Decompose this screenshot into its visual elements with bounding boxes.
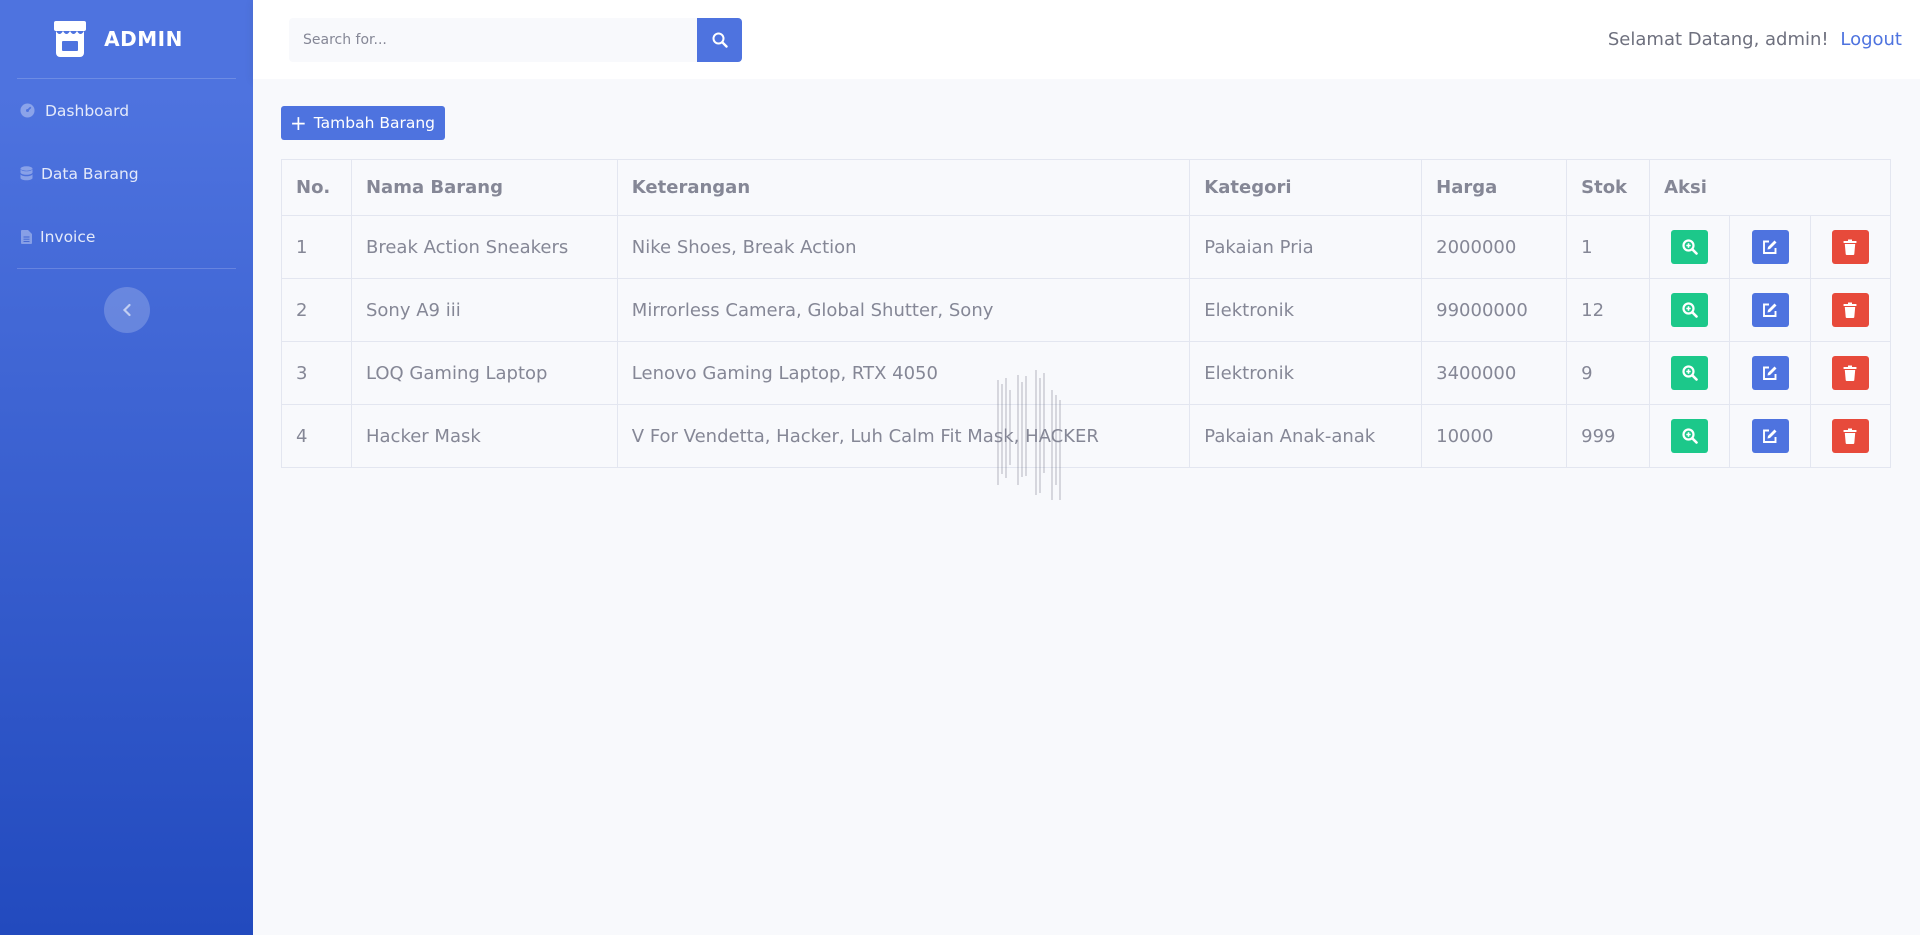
sidebar-item-label: Dashboard bbox=[45, 101, 130, 120]
edit-button[interactable] bbox=[1751, 293, 1789, 327]
chevron-left-icon bbox=[122, 303, 131, 317]
search-bar bbox=[289, 17, 742, 62]
delete-button[interactable] bbox=[1831, 356, 1869, 390]
cell-no: 4 bbox=[281, 404, 352, 468]
database-icon bbox=[18, 166, 34, 182]
brand[interactable]: ADMIN bbox=[0, 0, 253, 78]
edit-icon bbox=[1763, 240, 1777, 254]
edit-button[interactable] bbox=[1751, 230, 1789, 264]
column-header: Stok bbox=[1566, 159, 1651, 216]
cell-keterangan: Mirrorless Camera, Global Shutter, Sony bbox=[616, 278, 1191, 342]
add-item-label: Tambah Barang bbox=[313, 114, 436, 132]
table-row: 3 LOQ Gaming Laptop Lenovo Gaming Laptop… bbox=[281, 341, 1892, 405]
search-button[interactable] bbox=[697, 17, 742, 62]
cell-nama: LOQ Gaming Laptop bbox=[350, 341, 618, 405]
search-input[interactable] bbox=[289, 17, 697, 62]
column-header: Harga bbox=[1421, 159, 1568, 216]
zoom-in-icon bbox=[1681, 365, 1698, 381]
trash-icon bbox=[1843, 239, 1857, 255]
column-header: Nama Barang bbox=[350, 159, 618, 216]
column-header: Kategori bbox=[1189, 159, 1423, 216]
cell-keterangan: Nike Shoes, Break Action bbox=[616, 215, 1191, 279]
cell-nama: Break Action Sneakers bbox=[350, 215, 618, 279]
scribble-artifact bbox=[997, 370, 1061, 500]
file-icon bbox=[18, 229, 34, 245]
cell-harga: 10000 bbox=[1421, 404, 1568, 468]
zoom-in-icon bbox=[1681, 302, 1698, 318]
sidebar-item-invoice[interactable]: Invoice bbox=[0, 205, 253, 268]
edit-icon bbox=[1763, 303, 1777, 317]
column-header: Keterangan bbox=[616, 159, 1191, 216]
edit-button[interactable] bbox=[1751, 419, 1789, 453]
cell-kategori: Elektronik bbox=[1189, 278, 1423, 342]
view-button[interactable] bbox=[1671, 356, 1709, 390]
sidebar-item-dashboard[interactable]: Dashboard bbox=[0, 79, 253, 142]
delete-button[interactable] bbox=[1831, 293, 1869, 327]
cell-harga: 2000000 bbox=[1421, 215, 1568, 279]
add-item-button[interactable]: + Tambah Barang bbox=[281, 106, 446, 140]
cell-stok: 12 bbox=[1566, 278, 1651, 342]
cell-keterangan: V For Vendetta, Hacker, Luh Calm Fit Mas… bbox=[616, 404, 1191, 468]
delete-button[interactable] bbox=[1831, 230, 1869, 264]
cell-kategori: Elektronik bbox=[1189, 341, 1423, 405]
cell-nama: Hacker Mask bbox=[350, 404, 618, 468]
search-icon bbox=[712, 32, 728, 48]
table-row: 4 Hacker Mask V For Vendetta, Hacker, Lu… bbox=[281, 404, 1892, 468]
main-content: + Tambah Barang No. Nama Barang Keterang… bbox=[253, 79, 1920, 936]
cell-kategori: Pakaian Anak-anak bbox=[1189, 404, 1423, 468]
delete-button[interactable] bbox=[1831, 419, 1869, 453]
cell-no: 3 bbox=[281, 341, 352, 405]
edit-icon bbox=[1763, 429, 1777, 443]
cell-stok: 9 bbox=[1566, 341, 1651, 405]
trash-icon bbox=[1843, 302, 1857, 318]
table-row: 2 Sony A9 iii Mirrorless Camera, Global … bbox=[281, 278, 1892, 342]
table-header-row: No. Nama Barang Keterangan Kategori Harg… bbox=[281, 159, 1891, 216]
trash-icon bbox=[1843, 428, 1857, 444]
store-icon bbox=[54, 21, 87, 57]
view-button[interactable] bbox=[1671, 419, 1709, 453]
sidebar-toggle-button[interactable] bbox=[103, 287, 150, 333]
dashboard-icon bbox=[19, 103, 35, 119]
trash-icon bbox=[1843, 365, 1857, 381]
cell-harga: 99000000 bbox=[1421, 278, 1568, 342]
cell-keterangan: Lenovo Gaming Laptop, RTX 4050 bbox=[616, 341, 1191, 405]
cell-harga: 3400000 bbox=[1421, 341, 1568, 405]
sidebar-item-label: Data Barang bbox=[41, 164, 139, 183]
cell-stok: 1 bbox=[1566, 215, 1651, 279]
user-greeting: Selamat Datang, admin! Logout bbox=[1608, 29, 1902, 50]
sidebar: ADMIN Dashboard Data Barang Invoice bbox=[0, 0, 253, 936]
column-header: Aksi bbox=[1649, 159, 1891, 216]
cell-nama: Sony A9 iii bbox=[350, 278, 618, 342]
view-button[interactable] bbox=[1671, 293, 1709, 327]
brand-name: ADMIN bbox=[104, 27, 183, 51]
plus-icon: + bbox=[290, 111, 307, 135]
column-header: No. bbox=[281, 159, 352, 216]
zoom-in-icon bbox=[1681, 428, 1698, 444]
cell-no: 2 bbox=[281, 278, 352, 342]
table-row: 1 Break Action Sneakers Nike Shoes, Brea… bbox=[281, 215, 1892, 279]
edit-button[interactable] bbox=[1751, 356, 1789, 390]
cell-no: 1 bbox=[281, 215, 352, 279]
logout-link[interactable]: Logout bbox=[1840, 29, 1902, 50]
cell-stok: 999 bbox=[1566, 404, 1651, 468]
zoom-in-icon bbox=[1681, 239, 1698, 255]
sidebar-item-data-barang[interactable]: Data Barang bbox=[0, 142, 253, 205]
edit-icon bbox=[1763, 366, 1777, 380]
view-button[interactable] bbox=[1671, 230, 1709, 264]
welcome-text: Selamat Datang, admin! bbox=[1607, 29, 1829, 50]
items-table: No. Nama Barang Keterangan Kategori Harg… bbox=[281, 159, 1892, 468]
cell-kategori: Pakaian Pria bbox=[1189, 215, 1423, 279]
sidebar-item-label: Invoice bbox=[40, 227, 96, 246]
topbar: Selamat Datang, admin! Logout bbox=[253, 0, 1920, 79]
